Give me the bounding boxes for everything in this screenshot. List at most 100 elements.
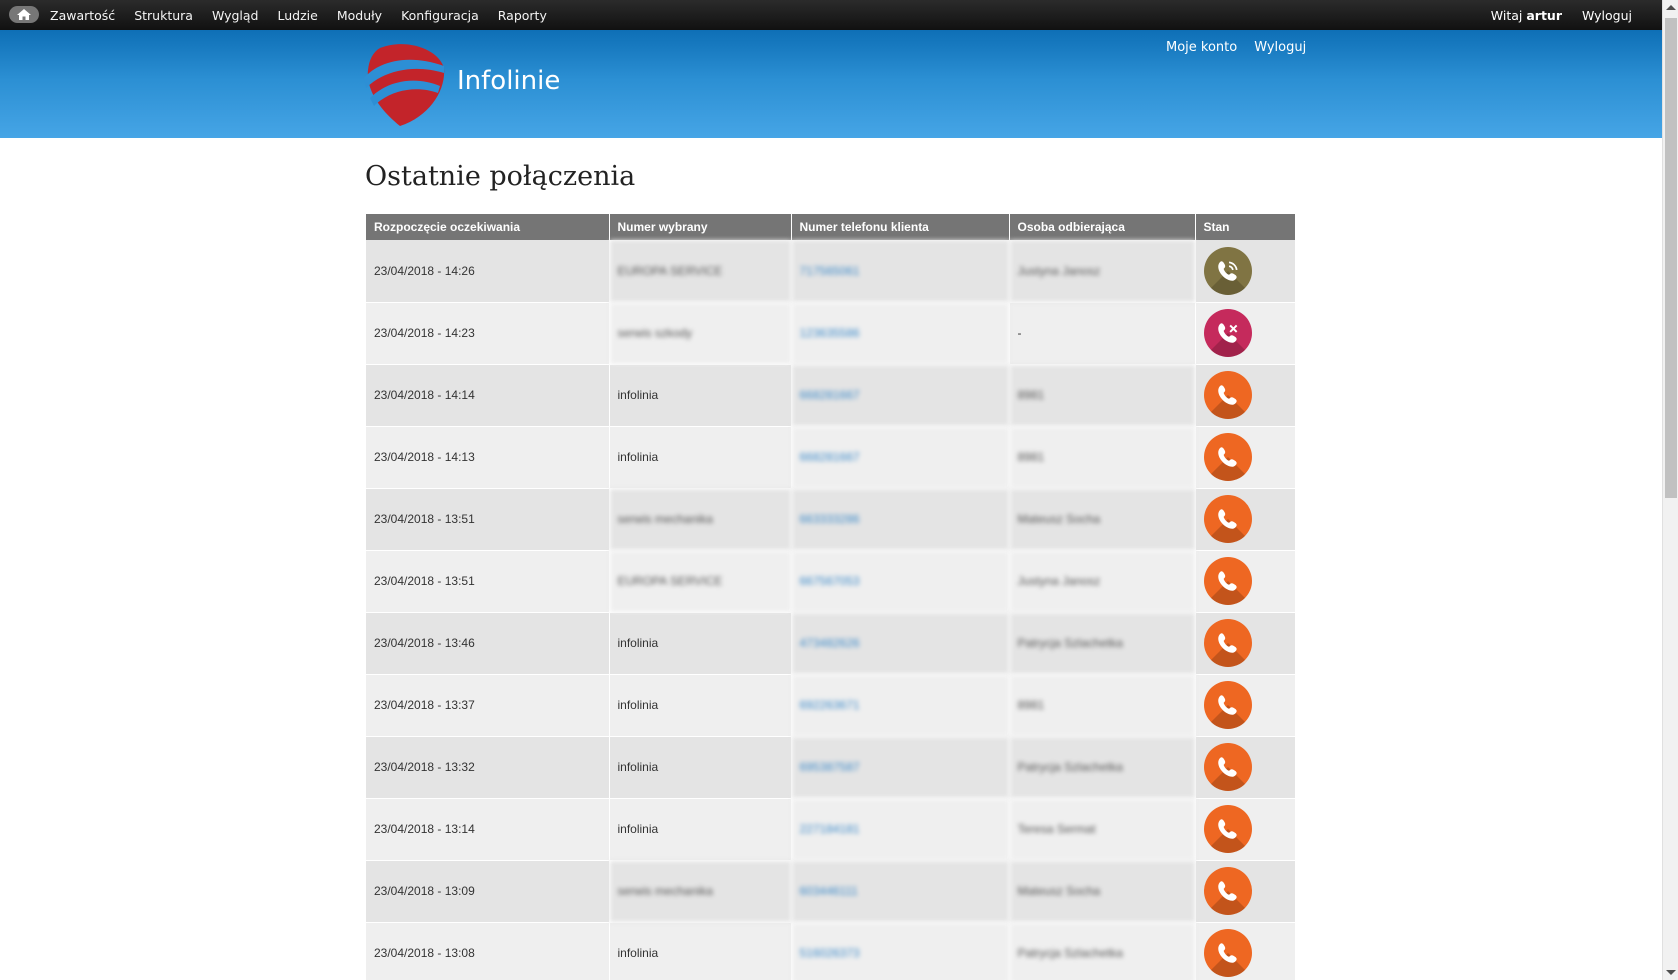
cell-status xyxy=(1195,798,1295,861)
status-badge[interactable] xyxy=(1203,867,1252,915)
cell-start: 23/04/2018 - 13:14 xyxy=(366,798,610,861)
admin-menu-appearance[interactable]: Wygląd xyxy=(212,8,259,23)
header-logout-link[interactable]: Wyloguj xyxy=(1254,40,1306,55)
cell-phone[interactable]: 692263671 xyxy=(791,674,1010,737)
table-row: 23/04/2018 - 14:14 infolinia 668281667 8981 xyxy=(366,364,1295,427)
cell-dialed: serwis mechanika xyxy=(609,488,792,551)
phone-icon xyxy=(1217,757,1237,777)
cell-status xyxy=(1195,364,1295,427)
admin-menu: Zawartość Struktura Wygląd Ludzie Moduły… xyxy=(50,0,566,30)
admin-user-area: Witaj artur Wyloguj xyxy=(1491,0,1662,30)
table-row: 23/04/2018 - 14:13 infolinia 668281667 8981 xyxy=(366,426,1295,489)
admin-menu-content[interactable]: Zawartość xyxy=(50,8,115,23)
status-badge[interactable] xyxy=(1203,681,1252,729)
username[interactable]: artur xyxy=(1526,8,1562,23)
phone-icon xyxy=(1217,695,1237,715)
cell-phone[interactable]: 227184181 xyxy=(791,798,1010,861)
cell-phone[interactable]: 668281667 xyxy=(791,426,1010,489)
cell-agent: - xyxy=(1009,302,1196,365)
home-icon xyxy=(17,9,31,20)
scroll-thumb[interactable] xyxy=(1665,18,1677,498)
table-row: 23/04/2018 - 13:09 serwis mechanika 603446… xyxy=(366,860,1295,923)
site-name[interactable]: Infolinie xyxy=(457,66,560,96)
page-scrollbar[interactable] xyxy=(1662,0,1678,980)
cell-status xyxy=(1195,550,1295,613)
status-badge[interactable] xyxy=(1203,805,1252,853)
cell-start: 23/04/2018 - 13:51 xyxy=(366,488,610,551)
cell-phone[interactable]: 695387587 xyxy=(791,736,1010,799)
table-header-row: Rozpoczęcie oczekiwania Numer wybrany Nu… xyxy=(366,214,1295,240)
calls-table: Rozpoczęcie oczekiwania Numer wybrany Nu… xyxy=(366,214,1295,980)
cell-agent: Patrycja Szlachetka xyxy=(1009,612,1196,675)
phone-icon xyxy=(1217,571,1237,591)
status-badge[interactable] xyxy=(1203,246,1252,295)
site-header: Infolinie Moje konto Wyloguj xyxy=(0,30,1662,138)
cell-status xyxy=(1195,736,1295,799)
cell-dialed: infolinia xyxy=(609,612,792,675)
status-badge[interactable] xyxy=(1203,495,1252,543)
my-account-link[interactable]: Moje konto xyxy=(1166,40,1237,55)
cell-start: 23/04/2018 - 13:37 xyxy=(366,674,610,737)
cell-status xyxy=(1195,674,1295,737)
phone-missed-icon xyxy=(1217,323,1237,343)
cell-phone[interactable]: 123635586 xyxy=(791,302,1010,365)
cell-phone[interactable]: 603446111 xyxy=(791,860,1010,923)
cell-dialed: infolinia xyxy=(609,426,792,489)
cell-dialed: infolinia xyxy=(609,364,792,427)
column-header-phone[interactable]: Numer telefonu klienta xyxy=(791,214,1010,240)
cell-dialed: EUROPA SERVICE xyxy=(609,550,792,613)
status-badge[interactable] xyxy=(1203,309,1252,357)
status-badge[interactable] xyxy=(1203,557,1252,605)
cell-start: 23/04/2018 - 14:23 xyxy=(366,302,610,365)
phone-icon xyxy=(1217,385,1237,405)
status-badge[interactable] xyxy=(1203,619,1252,667)
admin-menu-configuration[interactable]: Konfiguracja xyxy=(401,8,479,23)
admin-toolbar: Zawartość Struktura Wygląd Ludzie Moduły… xyxy=(0,0,1662,30)
table-row: 23/04/2018 - 13:08 infolinia 516026373 Patr… xyxy=(366,922,1295,980)
column-header-dialed[interactable]: Numer wybrany xyxy=(609,214,792,240)
phone-icon xyxy=(1217,819,1237,839)
column-header-agent[interactable]: Osoba odbierająca xyxy=(1009,214,1196,240)
status-badge[interactable] xyxy=(1203,929,1252,977)
table-row: 23/04/2018 - 13:32 infolinia 695387587 Patr… xyxy=(366,736,1295,799)
site-logo[interactable] xyxy=(360,40,446,126)
status-badge[interactable] xyxy=(1203,433,1252,481)
cell-dialed: EUROPA SERVICE xyxy=(609,240,792,303)
cell-status xyxy=(1195,302,1295,365)
cell-agent: Patrycja Szlachetka xyxy=(1009,736,1196,799)
cell-status xyxy=(1195,922,1295,980)
cell-agent: Justyna Janosz xyxy=(1009,550,1196,613)
cell-agent: 8981 xyxy=(1009,674,1196,737)
cell-phone[interactable]: 667567053 xyxy=(791,550,1010,613)
column-header-start[interactable]: Rozpoczęcie oczekiwania xyxy=(366,214,610,240)
cell-start: 23/04/2018 - 13:51 xyxy=(366,550,610,613)
cell-start: 23/04/2018 - 14:14 xyxy=(366,364,610,427)
cell-phone[interactable]: 717565061 xyxy=(791,240,1010,303)
cell-phone[interactable]: 668281667 xyxy=(791,364,1010,427)
cell-dialed: infolinia xyxy=(609,798,792,861)
cell-dialed: infolinia xyxy=(609,674,792,737)
admin-menu-reports[interactable]: Raporty xyxy=(498,8,547,23)
cell-status xyxy=(1195,240,1295,303)
phone-icon xyxy=(1217,447,1237,467)
admin-menu-structure[interactable]: Struktura xyxy=(134,8,193,23)
toolbar-logout-link[interactable]: Wyloguj xyxy=(1582,8,1632,23)
cell-status xyxy=(1195,488,1295,551)
home-button[interactable] xyxy=(9,6,39,23)
table-row: 23/04/2018 - 13:46 infolinia 473482626 Patr… xyxy=(366,612,1295,675)
welcome-prefix: Witaj xyxy=(1490,7,1523,23)
phone-icon xyxy=(1217,509,1237,529)
cell-phone[interactable]: 516026373 xyxy=(791,922,1010,980)
table-row: 23/04/2018 - 14:26 EUROPA SERVICE 71756506… xyxy=(366,240,1295,303)
cell-start: 23/04/2018 - 13:09 xyxy=(366,860,610,923)
cell-start: 23/04/2018 - 14:26 xyxy=(366,240,610,303)
admin-menu-modules[interactable]: Moduły xyxy=(337,8,382,23)
cell-phone[interactable]: 473482626 xyxy=(791,612,1010,675)
scroll-down-arrow[interactable] xyxy=(1666,970,1676,975)
cell-phone[interactable]: 663333286 xyxy=(791,488,1010,551)
column-header-status[interactable]: Stan xyxy=(1195,214,1295,240)
admin-menu-people[interactable]: Ludzie xyxy=(278,8,318,23)
scroll-up-arrow[interactable] xyxy=(1666,5,1676,10)
status-badge[interactable] xyxy=(1203,743,1252,791)
status-badge[interactable] xyxy=(1203,371,1252,419)
